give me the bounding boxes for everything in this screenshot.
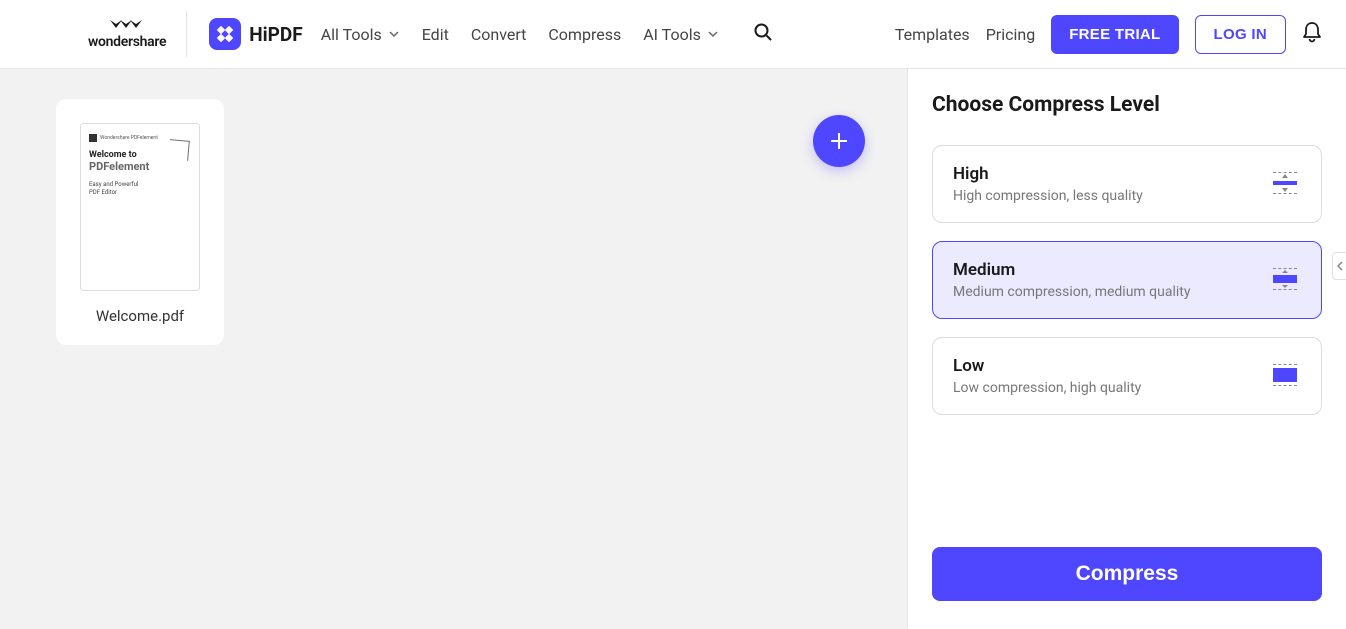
free-trial-button[interactable]: FREE TRIAL bbox=[1051, 15, 1178, 54]
compress-high-icon bbox=[1271, 172, 1301, 196]
chevron-left-icon bbox=[1337, 261, 1343, 271]
chevron-down-icon bbox=[707, 28, 719, 40]
compress-option-medium[interactable]: Medium Medium compression, medium qualit… bbox=[932, 241, 1322, 319]
option-desc: High compression, less quality bbox=[953, 188, 1143, 204]
hipdf-label: HiPDF bbox=[249, 23, 302, 46]
compress-button[interactable]: Compress bbox=[932, 547, 1322, 601]
app-header: wondershare HiPDF All Tools Edit Convert… bbox=[0, 0, 1346, 69]
add-file-button[interactable] bbox=[813, 115, 865, 167]
hipdf-icon bbox=[209, 18, 241, 50]
thumb-brand: Wondershare PDFelement bbox=[100, 135, 158, 141]
nav-all-tools[interactable]: All Tools bbox=[321, 25, 400, 44]
nav-convert-label: Convert bbox=[471, 25, 527, 44]
bell-icon bbox=[1302, 21, 1322, 43]
option-title: Low bbox=[953, 356, 1141, 376]
thumb-sub1: Easy and Powerful bbox=[89, 181, 191, 188]
hipdf-logo[interactable]: HiPDF bbox=[209, 18, 302, 50]
sidebar-title: Choose Compress Level bbox=[932, 93, 1322, 117]
search-icon bbox=[753, 22, 773, 42]
nav-ai-tools-label: AI Tools bbox=[643, 25, 701, 44]
option-desc: Medium compression, medium quality bbox=[953, 284, 1190, 300]
option-title: Medium bbox=[953, 260, 1190, 280]
file-name: Welcome.pdf bbox=[96, 307, 184, 325]
file-canvas: Wondershare PDFelement Welcome to PDFele… bbox=[0, 69, 907, 629]
wondershare-icon bbox=[108, 18, 146, 32]
option-desc: Low compression, high quality bbox=[953, 380, 1141, 396]
option-title: High bbox=[953, 164, 1143, 184]
main-nav: All Tools Edit Convert Compress AI Tools bbox=[321, 22, 773, 46]
plus-icon bbox=[828, 130, 850, 152]
file-thumbnail: Wondershare PDFelement Welcome to PDFele… bbox=[80, 123, 200, 291]
nav-edit-label: Edit bbox=[422, 25, 449, 44]
main-area: Wondershare PDFelement Welcome to PDFele… bbox=[0, 69, 1346, 629]
compress-option-low[interactable]: Low Low compression, high quality bbox=[932, 337, 1322, 415]
thumb-sub2: PDF Editor bbox=[89, 189, 191, 196]
chevron-down-icon bbox=[388, 28, 400, 40]
compress-sidebar: Choose Compress Level High High compress… bbox=[907, 69, 1346, 629]
compress-medium-icon bbox=[1271, 268, 1301, 292]
nav-ai-tools[interactable]: AI Tools bbox=[643, 25, 719, 44]
wondershare-logo[interactable]: wondershare bbox=[88, 11, 187, 57]
nav-edit[interactable]: Edit bbox=[422, 25, 449, 44]
nav-compress[interactable]: Compress bbox=[548, 25, 621, 44]
header-right: Templates Pricing FREE TRIAL LOG IN bbox=[895, 15, 1322, 54]
nav-pricing[interactable]: Pricing bbox=[986, 25, 1036, 44]
nav-all-tools-label: All Tools bbox=[321, 25, 382, 44]
nav-compress-label: Compress bbox=[548, 25, 621, 44]
log-in-button[interactable]: LOG IN bbox=[1195, 15, 1286, 54]
file-card[interactable]: Wondershare PDFelement Welcome to PDFele… bbox=[56, 99, 224, 345]
nav-templates[interactable]: Templates bbox=[895, 25, 970, 44]
nav-convert[interactable]: Convert bbox=[471, 25, 527, 44]
search-button[interactable] bbox=[753, 22, 773, 46]
compress-option-high[interactable]: High High compression, less quality bbox=[932, 145, 1322, 223]
notifications-button[interactable] bbox=[1302, 21, 1322, 47]
compress-low-icon bbox=[1271, 364, 1301, 388]
thumb-line2: PDFelement bbox=[89, 160, 191, 173]
collapse-sidebar-button[interactable] bbox=[1332, 252, 1346, 280]
wondershare-label: wondershare bbox=[88, 34, 166, 50]
